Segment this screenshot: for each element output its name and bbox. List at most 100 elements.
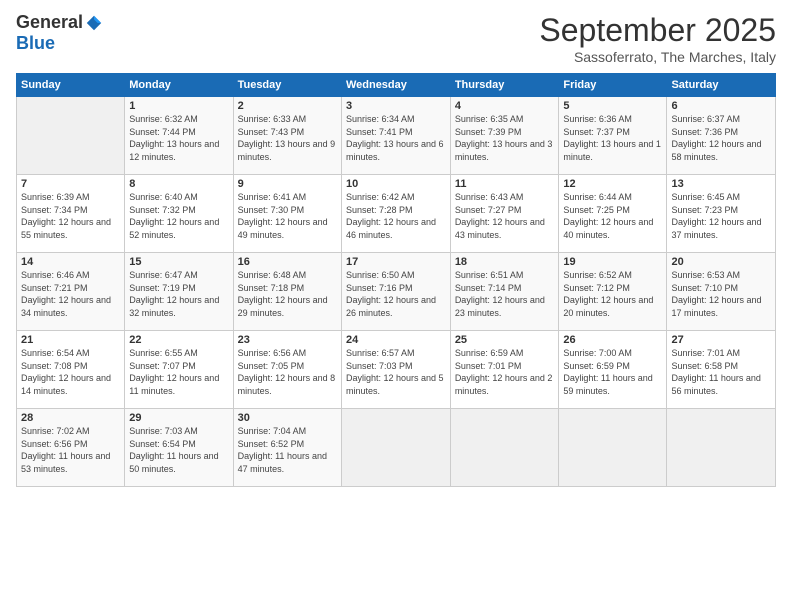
logo: General Blue [16, 12, 103, 54]
sunrise: Sunrise: 7:04 AM [238, 425, 337, 438]
header-thursday: Thursday [450, 74, 559, 97]
week-row-2: 7 Sunrise: 6:39 AM Sunset: 7:34 PM Dayli… [17, 175, 776, 253]
sunset: Sunset: 7:39 PM [455, 126, 555, 139]
sunset: Sunset: 7:27 PM [455, 204, 555, 217]
week-row-3: 14 Sunrise: 6:46 AM Sunset: 7:21 PM Dayl… [17, 253, 776, 331]
day-number: 15 [129, 256, 228, 268]
location: Sassoferrato, The Marches, Italy [539, 49, 776, 65]
daylight: Daylight: 12 hours and 8 minutes. [238, 372, 337, 397]
sunrise: Sunrise: 6:48 AM [238, 269, 337, 282]
sunrise: Sunrise: 6:53 AM [671, 269, 771, 282]
daylight: Daylight: 11 hours and 53 minutes. [21, 450, 120, 475]
daylight: Daylight: 12 hours and 14 minutes. [21, 372, 120, 397]
day-number: 26 [563, 334, 662, 346]
table-row: 5 Sunrise: 6:36 AM Sunset: 7:37 PM Dayli… [559, 97, 667, 175]
week-row-4: 21 Sunrise: 6:54 AM Sunset: 7:08 PM Dayl… [17, 331, 776, 409]
table-row [667, 409, 776, 487]
sunrise: Sunrise: 6:40 AM [129, 191, 228, 204]
day-number: 16 [238, 256, 337, 268]
table-row: 14 Sunrise: 6:46 AM Sunset: 7:21 PM Dayl… [17, 253, 125, 331]
day-number: 2 [238, 100, 337, 112]
calendar-header-row: Sunday Monday Tuesday Wednesday Thursday… [17, 74, 776, 97]
day-info: Sunrise: 6:40 AM Sunset: 7:32 PM Dayligh… [129, 191, 228, 241]
day-number: 8 [129, 178, 228, 190]
table-row: 10 Sunrise: 6:42 AM Sunset: 7:28 PM Dayl… [341, 175, 450, 253]
sunset: Sunset: 6:56 PM [21, 438, 120, 451]
day-info: Sunrise: 6:36 AM Sunset: 7:37 PM Dayligh… [563, 113, 662, 163]
header-wednesday: Wednesday [341, 74, 450, 97]
sunset: Sunset: 7:21 PM [21, 282, 120, 295]
sunset: Sunset: 7:30 PM [238, 204, 337, 217]
sunrise: Sunrise: 6:51 AM [455, 269, 555, 282]
header-saturday: Saturday [667, 74, 776, 97]
sunset: Sunset: 7:12 PM [563, 282, 662, 295]
table-row: 15 Sunrise: 6:47 AM Sunset: 7:19 PM Dayl… [125, 253, 233, 331]
day-info: Sunrise: 6:46 AM Sunset: 7:21 PM Dayligh… [21, 269, 120, 319]
sunset: Sunset: 7:01 PM [455, 360, 555, 373]
day-number: 18 [455, 256, 555, 268]
sunset: Sunset: 7:08 PM [21, 360, 120, 373]
table-row: 2 Sunrise: 6:33 AM Sunset: 7:43 PM Dayli… [233, 97, 341, 175]
page-header: General Blue September 2025 Sassoferrato… [16, 12, 776, 65]
table-row [559, 409, 667, 487]
day-info: Sunrise: 6:35 AM Sunset: 7:39 PM Dayligh… [455, 113, 555, 163]
table-row: 19 Sunrise: 6:52 AM Sunset: 7:12 PM Dayl… [559, 253, 667, 331]
sunset: Sunset: 7:32 PM [129, 204, 228, 217]
sunrise: Sunrise: 6:55 AM [129, 347, 228, 360]
sunset: Sunset: 7:25 PM [563, 204, 662, 217]
sunset: Sunset: 7:37 PM [563, 126, 662, 139]
day-info: Sunrise: 7:01 AM Sunset: 6:58 PM Dayligh… [671, 347, 771, 397]
sunset: Sunset: 6:52 PM [238, 438, 337, 451]
table-row: 23 Sunrise: 6:56 AM Sunset: 7:05 PM Dayl… [233, 331, 341, 409]
week-row-5: 28 Sunrise: 7:02 AM Sunset: 6:56 PM Dayl… [17, 409, 776, 487]
table-row: 16 Sunrise: 6:48 AM Sunset: 7:18 PM Dayl… [233, 253, 341, 331]
day-info: Sunrise: 6:50 AM Sunset: 7:16 PM Dayligh… [346, 269, 446, 319]
daylight: Daylight: 12 hours and 58 minutes. [671, 138, 771, 163]
daylight: Daylight: 12 hours and 55 minutes. [21, 216, 120, 241]
header-tuesday: Tuesday [233, 74, 341, 97]
day-number: 25 [455, 334, 555, 346]
daylight: Daylight: 13 hours and 3 minutes. [455, 138, 555, 163]
sunset: Sunset: 7:16 PM [346, 282, 446, 295]
sunrise: Sunrise: 6:39 AM [21, 191, 120, 204]
table-row [450, 409, 559, 487]
daylight: Daylight: 12 hours and 52 minutes. [129, 216, 228, 241]
week-row-1: 1 Sunrise: 6:32 AM Sunset: 7:44 PM Dayli… [17, 97, 776, 175]
table-row: 22 Sunrise: 6:55 AM Sunset: 7:07 PM Dayl… [125, 331, 233, 409]
table-row [341, 409, 450, 487]
daylight: Daylight: 12 hours and 2 minutes. [455, 372, 555, 397]
daylight: Daylight: 11 hours and 56 minutes. [671, 372, 771, 397]
day-number: 27 [671, 334, 771, 346]
daylight: Daylight: 12 hours and 37 minutes. [671, 216, 771, 241]
sunrise: Sunrise: 7:03 AM [129, 425, 228, 438]
daylight: Daylight: 12 hours and 49 minutes. [238, 216, 337, 241]
table-row [17, 97, 125, 175]
sunrise: Sunrise: 6:41 AM [238, 191, 337, 204]
day-number: 10 [346, 178, 446, 190]
day-number: 12 [563, 178, 662, 190]
sunrise: Sunrise: 6:32 AM [129, 113, 228, 126]
daylight: Daylight: 12 hours and 11 minutes. [129, 372, 228, 397]
table-row: 11 Sunrise: 6:43 AM Sunset: 7:27 PM Dayl… [450, 175, 559, 253]
day-info: Sunrise: 6:57 AM Sunset: 7:03 PM Dayligh… [346, 347, 446, 397]
sunrise: Sunrise: 6:47 AM [129, 269, 228, 282]
day-info: Sunrise: 6:59 AM Sunset: 7:01 PM Dayligh… [455, 347, 555, 397]
day-info: Sunrise: 6:53 AM Sunset: 7:10 PM Dayligh… [671, 269, 771, 319]
sunrise: Sunrise: 6:34 AM [346, 113, 446, 126]
day-info: Sunrise: 6:52 AM Sunset: 7:12 PM Dayligh… [563, 269, 662, 319]
day-info: Sunrise: 6:48 AM Sunset: 7:18 PM Dayligh… [238, 269, 337, 319]
calendar: Sunday Monday Tuesday Wednesday Thursday… [16, 73, 776, 487]
sunrise: Sunrise: 6:45 AM [671, 191, 771, 204]
table-row: 12 Sunrise: 6:44 AM Sunset: 7:25 PM Dayl… [559, 175, 667, 253]
sunset: Sunset: 7:36 PM [671, 126, 771, 139]
day-info: Sunrise: 6:55 AM Sunset: 7:07 PM Dayligh… [129, 347, 228, 397]
sunrise: Sunrise: 6:33 AM [238, 113, 337, 126]
daylight: Daylight: 12 hours and 17 minutes. [671, 294, 771, 319]
sunrise: Sunrise: 6:36 AM [563, 113, 662, 126]
daylight: Daylight: 13 hours and 12 minutes. [129, 138, 228, 163]
header-sunday: Sunday [17, 74, 125, 97]
day-number: 22 [129, 334, 228, 346]
sunrise: Sunrise: 6:57 AM [346, 347, 446, 360]
sunrise: Sunrise: 6:54 AM [21, 347, 120, 360]
day-number: 29 [129, 412, 228, 424]
